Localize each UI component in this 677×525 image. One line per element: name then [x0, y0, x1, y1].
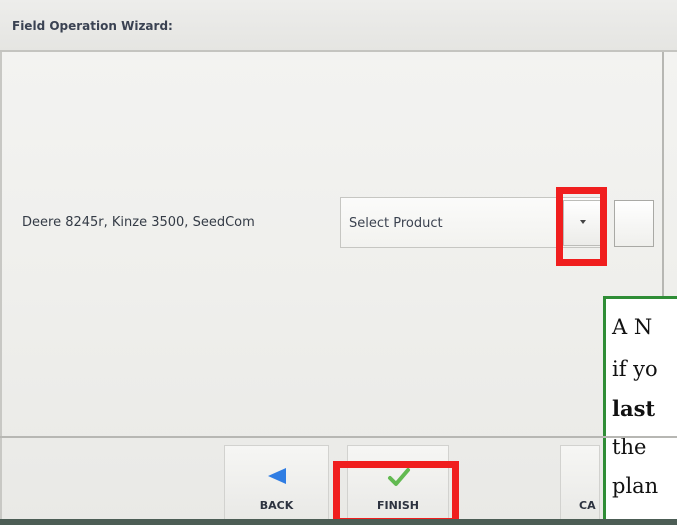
- back-button[interactable]: BACK: [224, 445, 329, 525]
- finish-highlight: [333, 461, 459, 525]
- note-line-2: if yo: [612, 357, 658, 381]
- product-side-button[interactable]: [614, 200, 654, 247]
- back-label: BACK: [259, 499, 294, 512]
- note-line-1: A N: [612, 315, 653, 339]
- bottom-strip: [0, 519, 677, 525]
- left-edge-line: [0, 0, 2, 525]
- product-select-value: Select Product: [349, 216, 443, 231]
- implement-row-label: Deere 8245r, Kinze 3500, SeedCom: [22, 215, 255, 230]
- note-line-4: the: [612, 435, 647, 459]
- dropdown-highlight: [556, 187, 607, 266]
- left-arrow-icon: [268, 468, 286, 484]
- note-line-3: last: [612, 396, 656, 421]
- wizard-screen: Field Operation Wizard: Deere 8245r, Kin…: [0, 0, 677, 525]
- cancel-button[interactable]: CA: [560, 445, 600, 525]
- note-line-5: plan: [612, 474, 659, 498]
- footer-divider: [0, 436, 677, 438]
- title-bar: Field Operation Wizard:: [0, 0, 677, 52]
- window-title: Field Operation Wizard:: [12, 19, 173, 33]
- cancel-label: CA: [579, 499, 596, 512]
- instruction-note: A N if yo last the plan: [603, 296, 677, 525]
